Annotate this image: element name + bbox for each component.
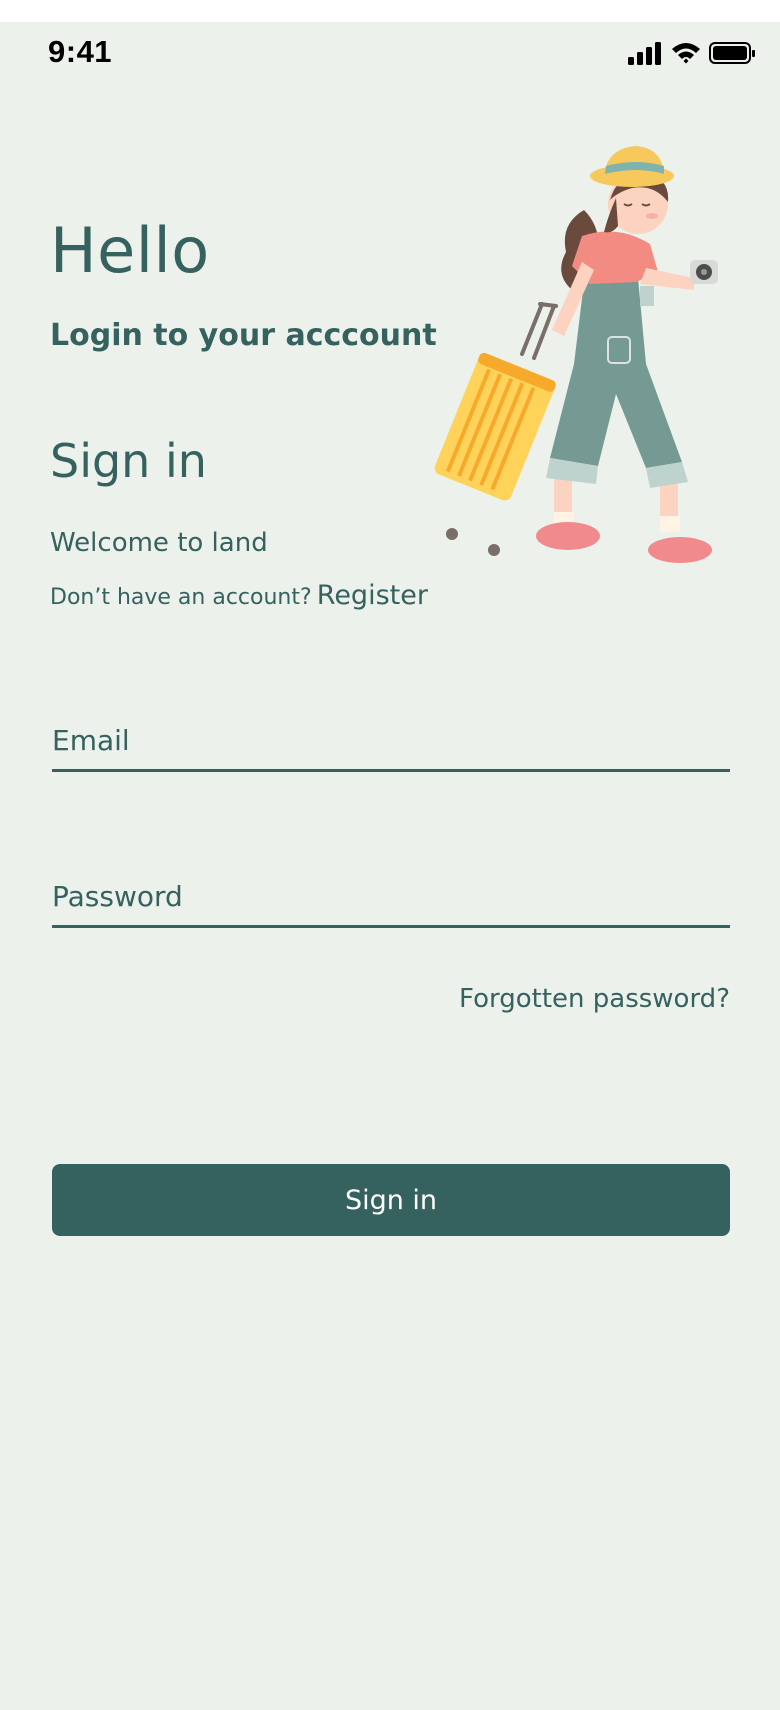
status-time: 9:41 xyxy=(48,34,113,69)
login-screen: 9:41 Hello Login to your acccount Sign i… xyxy=(0,22,780,1710)
wifi-icon xyxy=(672,43,700,64)
welcome-text: Welcome to land xyxy=(50,528,268,558)
register-link[interactable]: Register xyxy=(317,580,428,611)
status-icons-group xyxy=(628,42,755,65)
register-line: Don’t have an account? Register xyxy=(50,580,428,611)
forgot-password-link[interactable]: Forgotten password? xyxy=(459,984,730,1014)
status-bar: 9:41 xyxy=(0,22,780,82)
status-icons xyxy=(628,40,756,66)
battery-icon xyxy=(709,42,755,64)
cellular-signal-icon xyxy=(628,42,661,65)
greeting-heading: Hello xyxy=(50,214,210,287)
traveler-with-suitcase-illustration xyxy=(434,146,718,563)
login-subtitle: Login to your acccount xyxy=(50,318,437,353)
sign-in-title: Sign in xyxy=(50,434,207,488)
email-field[interactable] xyxy=(52,712,730,772)
password-field[interactable] xyxy=(52,868,730,928)
sign-in-button[interactable]: Sign in xyxy=(52,1164,730,1236)
register-prompt: Don’t have an account? xyxy=(50,585,312,610)
